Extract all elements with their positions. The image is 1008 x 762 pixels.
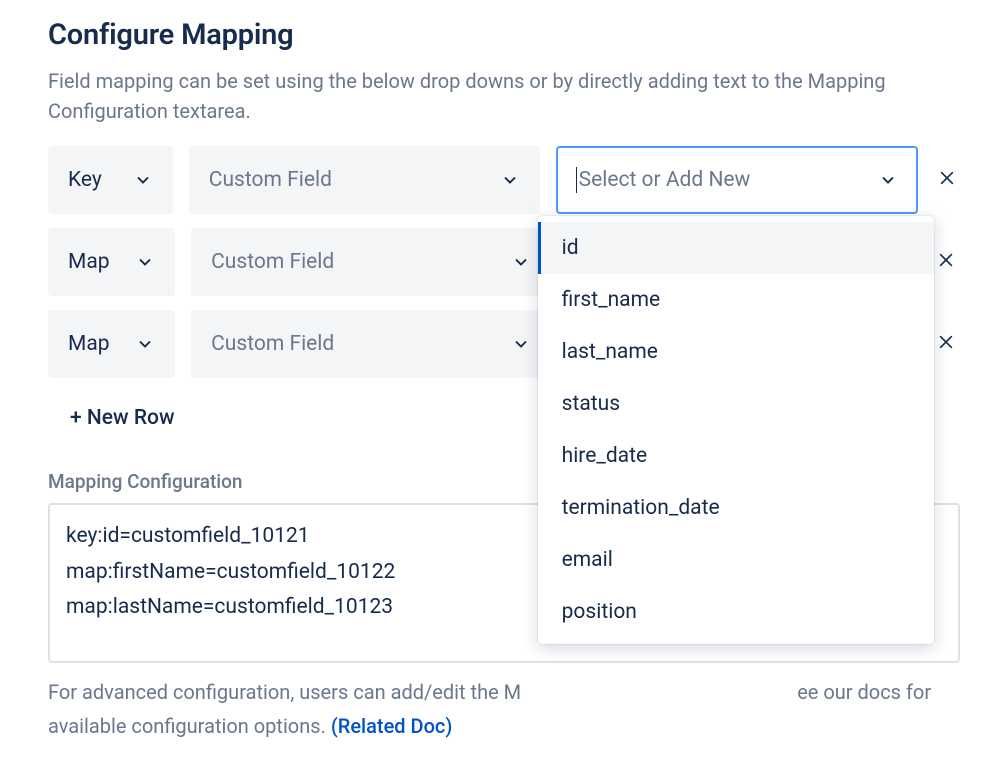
remove-row-button[interactable] bbox=[933, 249, 960, 275]
row-type-select[interactable]: Map bbox=[48, 310, 175, 378]
custom-field-label: Custom Field bbox=[209, 168, 332, 192]
dropdown-option-position[interactable]: position bbox=[538, 586, 934, 638]
text-caret bbox=[576, 167, 577, 193]
dropdown-option-id[interactable]: id bbox=[538, 222, 934, 274]
mapping-rows: Key Custom Field Select or Add New id fi… bbox=[48, 146, 960, 444]
page-title: Configure Mapping bbox=[48, 18, 960, 52]
chevron-down-icon bbox=[500, 170, 520, 190]
row-type-label: Map bbox=[68, 332, 110, 356]
close-icon bbox=[936, 250, 956, 270]
remove-row-button[interactable] bbox=[933, 331, 960, 357]
custom-field-select[interactable]: Custom Field bbox=[191, 228, 550, 296]
custom-field-select[interactable]: Custom Field bbox=[191, 310, 550, 378]
dropdown-option-hire-date[interactable]: hire_date bbox=[538, 430, 934, 482]
chevron-down-icon bbox=[133, 170, 153, 190]
chevron-down-icon bbox=[511, 334, 531, 354]
chevron-down-icon bbox=[135, 252, 155, 272]
row-type-label: Key bbox=[68, 168, 102, 192]
row-type-select[interactable]: Key bbox=[48, 146, 173, 214]
footer-text-prefix: For advanced configuration, users can ad… bbox=[48, 680, 521, 704]
mapping-row: Key Custom Field Select or Add New id fi… bbox=[48, 146, 960, 214]
custom-field-label: Custom Field bbox=[211, 250, 334, 274]
custom-field-label: Custom Field bbox=[211, 332, 334, 356]
dropdown-popup: id first_name last_name status hire_date… bbox=[538, 216, 934, 644]
chevron-down-icon bbox=[135, 334, 155, 354]
dropdown-option-termination-date[interactable]: termination_date bbox=[538, 482, 934, 534]
close-icon bbox=[936, 332, 956, 352]
dropdown-option-first-name[interactable]: first_name bbox=[538, 274, 934, 326]
select-or-add-new-combobox[interactable]: Select or Add New bbox=[556, 146, 918, 214]
chevron-down-icon bbox=[878, 170, 898, 190]
row-type-select[interactable]: Map bbox=[48, 228, 175, 296]
dropdown-option-status[interactable]: status bbox=[538, 378, 934, 430]
dropdown-option-last-name[interactable]: last_name bbox=[538, 326, 934, 378]
dropdown-option-email[interactable]: email bbox=[538, 534, 934, 586]
remove-row-button[interactable] bbox=[934, 167, 960, 193]
close-icon bbox=[937, 168, 957, 188]
footer-help-text: For advanced configuration, users can ad… bbox=[48, 675, 960, 743]
related-doc-link[interactable]: (Related Doc) bbox=[331, 714, 453, 738]
row-type-label: Map bbox=[68, 250, 110, 274]
page-description: Field mapping can be set using the below… bbox=[48, 66, 948, 126]
combobox-placeholder: Select or Add New bbox=[579, 168, 751, 192]
chevron-down-icon bbox=[511, 252, 531, 272]
custom-field-select[interactable]: Custom Field bbox=[189, 146, 540, 214]
